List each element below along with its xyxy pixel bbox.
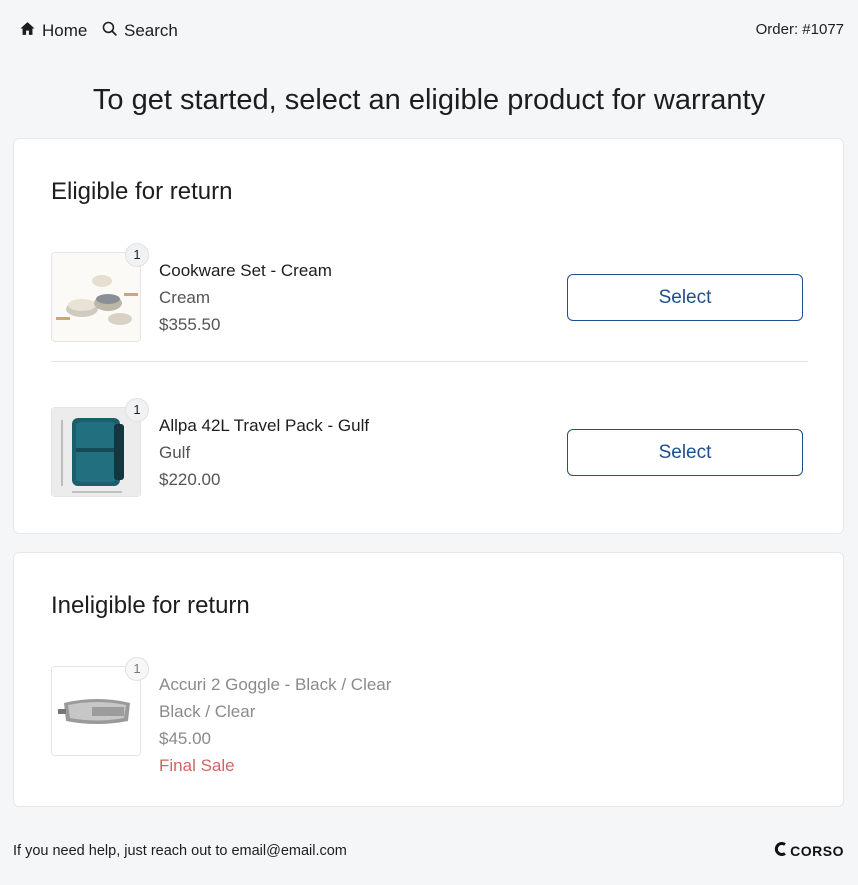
home-icon [19,20,36,42]
quantity-badge: 1 [125,243,149,267]
eligible-card: Eligible for return 1 Cookware Set - Cre… [13,138,844,534]
ineligible-card: Ineligible for return 1 Accuri 2 Goggle … [13,552,844,807]
quantity-badge: 1 [125,398,149,422]
ineligible-title: Ineligible for return [51,592,250,619]
list-item: 1 Cookware Set - Cream Cream $355.50 Sel… [51,243,808,344]
order-number: Order: #1077 [755,21,844,38]
item-variant: Gulf [159,443,191,462]
item-variant: Cream [159,288,211,307]
goggle-image [51,666,141,756]
search-icon [101,20,118,42]
help-text: If you need help, just reach out to emai… [13,843,347,859]
home-label: Home [42,21,88,40]
item-price: $45.00 [159,729,211,748]
cookware-set-image [51,252,141,342]
quantity-badge: 1 [125,657,149,681]
eligible-title: Eligible for return [51,178,233,205]
home-link[interactable]: Home [19,20,87,42]
select-button[interactable]: Select [567,429,803,476]
item-name: Accuri 2 Goggle - Black / Clear [159,675,392,694]
corso-logo: CORSO [774,842,844,859]
item-variant: Black / Clear [159,702,256,721]
list-item: 1 Accuri 2 Goggle - Black / Clear Black … [51,657,808,775]
page-title: To get started, select an eligible produ… [92,84,766,116]
corso-logo-icon [774,842,788,859]
item-price: $355.50 [159,315,221,334]
final-sale-label: Final Sale [159,756,235,775]
select-button[interactable]: Select [567,274,803,321]
item-price: $220.00 [159,470,221,489]
top-bar: Home Search Order: #1077 [0,0,858,60]
list-item: 1 Allpa 42L Travel Pack - Gulf Gulf $220… [51,398,808,499]
item-divider [51,361,808,362]
travel-pack-image [51,407,141,497]
item-name: Allpa 42L Travel Pack - Gulf [159,416,370,435]
search-link[interactable]: Search [101,20,178,42]
search-label: Search [124,21,178,40]
item-name: Cookware Set - Cream [159,261,332,280]
logo-text: CORSO [790,842,844,859]
